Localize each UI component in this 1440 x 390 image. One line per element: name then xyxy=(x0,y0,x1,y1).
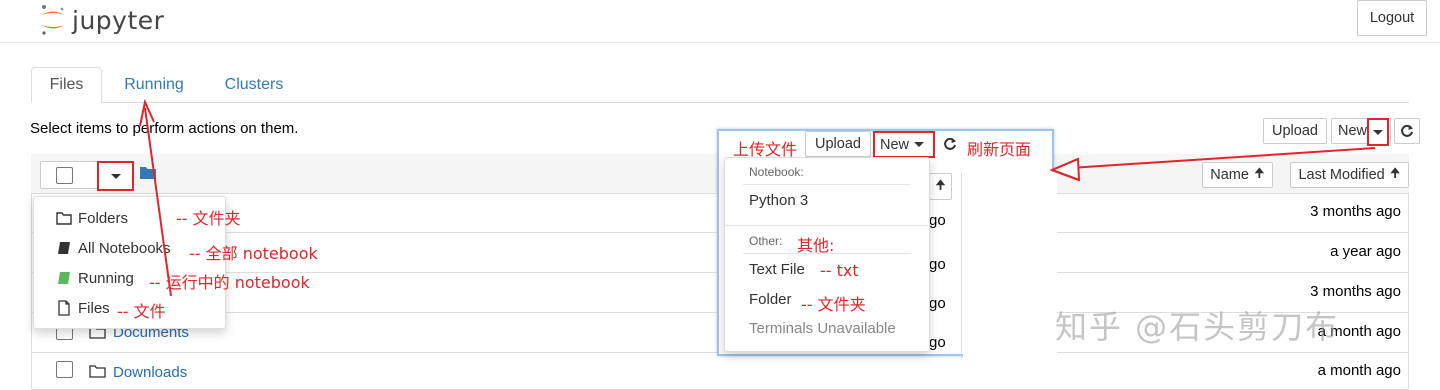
watermark: 知乎 @石头剪刀布 xyxy=(1055,308,1340,346)
arrow-to-running-tab xyxy=(139,98,172,297)
arrow-to-new-caret xyxy=(1049,147,1376,182)
